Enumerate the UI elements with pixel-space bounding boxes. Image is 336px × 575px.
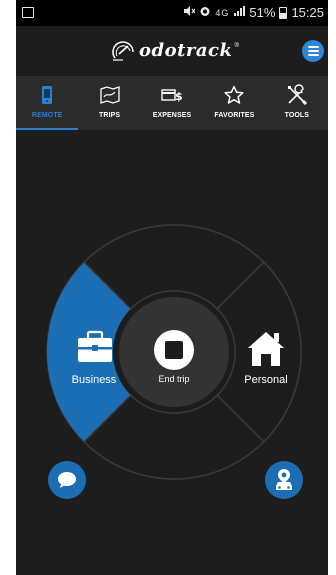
network-type: 4G (215, 7, 230, 18)
signal-icon (233, 5, 246, 20)
clock-time: 15:25 (291, 5, 324, 20)
tab-favorites[interactable]: FAVORITES (203, 76, 265, 130)
stop-icon (154, 330, 194, 370)
logo-text: odotrack (139, 39, 233, 61)
business-label: Business (71, 374, 117, 386)
battery-percent: 51% (249, 5, 276, 20)
battery-icon (279, 6, 288, 19)
mute-icon (183, 5, 196, 20)
chat-button[interactable] (48, 461, 86, 499)
chat-icon (58, 472, 76, 488)
registered-mark: ® (234, 43, 239, 49)
status-bar: 4G 51% 15:25 (16, 0, 328, 26)
tab-tools-label: TOOLS (284, 112, 310, 119)
menu-button[interactable] (302, 40, 324, 62)
tab-expenses-label: EXPENSES (152, 112, 192, 119)
status-indicators: 4G 51% 15:25 (183, 5, 324, 20)
map-icon (99, 84, 120, 106)
gallery-icon (22, 7, 34, 18)
menu-icon-bar (307, 50, 319, 52)
menu-icon-bar (307, 46, 319, 48)
tab-bar: REMOTE TRIPS $ EXPENSES FAVORITES TOOLS (16, 76, 328, 130)
speedometer-logo-icon (112, 41, 134, 61)
tab-expenses[interactable]: $ EXPENSES (141, 76, 203, 130)
app-header: odotrack ® (16, 26, 328, 76)
personal-label: Personal (244, 374, 288, 386)
tab-trips[interactable]: TRIPS (78, 76, 140, 130)
car-location-button[interactable] (265, 461, 303, 499)
tab-favorites-label: FAVORITES (214, 112, 255, 119)
trip-control-wheel (46, 224, 302, 480)
svg-text:$: $ (175, 90, 183, 103)
car-location-icon (276, 469, 292, 490)
tab-trips-label: TRIPS (99, 112, 121, 119)
menu-icon-bar (307, 54, 319, 56)
expenses-icon: $ (161, 84, 183, 106)
odotrack-logo: odotrack ® (111, 38, 239, 62)
alarm-icon (199, 5, 211, 20)
phone-screen: 4G 51% 15:25 odotrack ® REMOTE TRIPS $ E… (16, 0, 328, 575)
tab-remote-label: REMOTE (31, 112, 63, 119)
end-trip-label: End trip (158, 374, 190, 384)
tab-remote[interactable]: REMOTE (16, 76, 79, 130)
phone-remote-icon (41, 84, 53, 106)
tools-icon (286, 84, 308, 106)
tab-tools[interactable]: TOOLS (266, 76, 328, 130)
remote-content: Business End trip Personal (16, 130, 328, 575)
star-icon (224, 84, 244, 106)
